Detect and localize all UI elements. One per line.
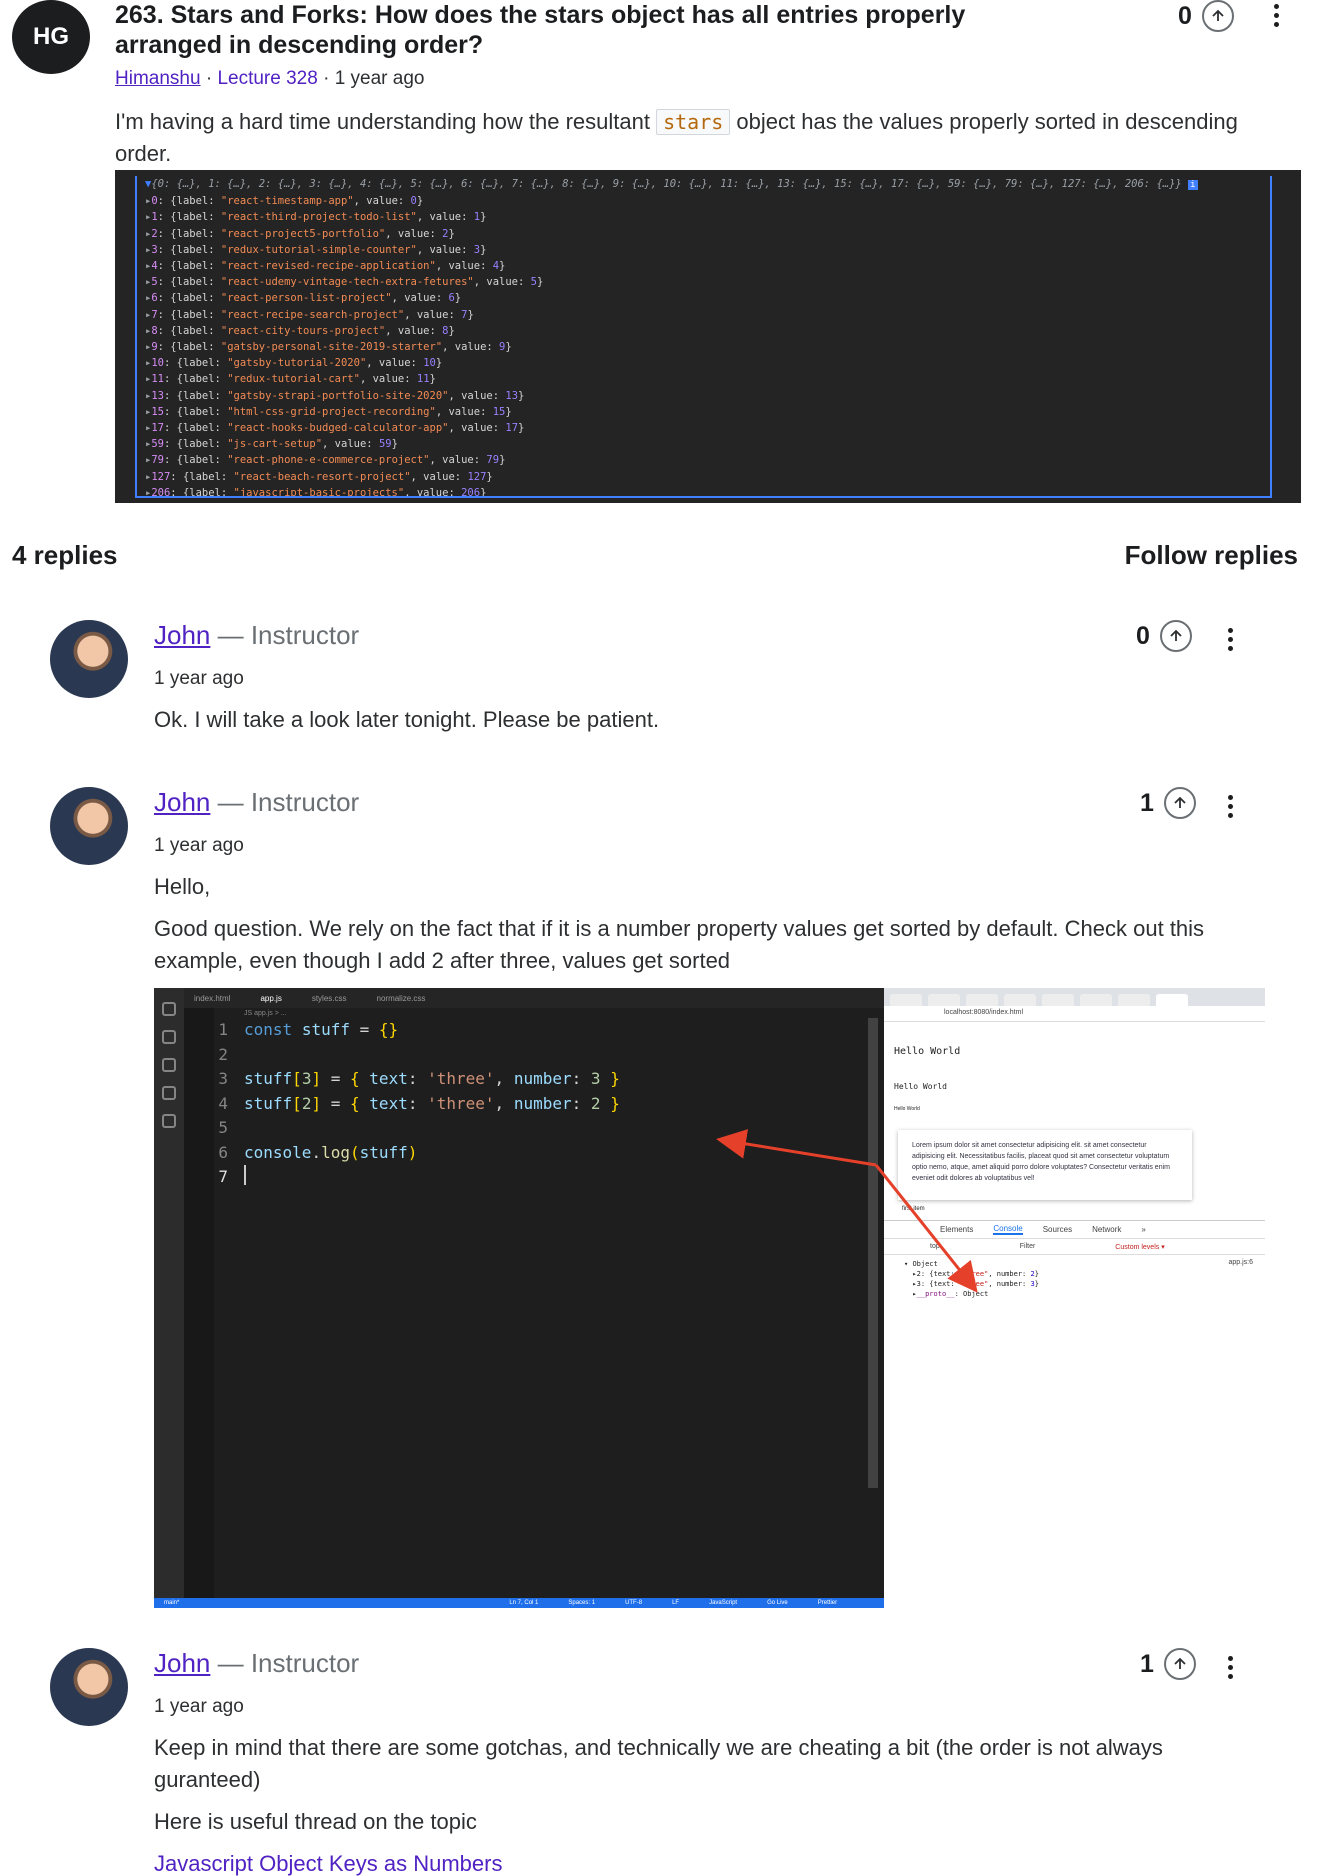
reply-time: 1 year ago — [154, 668, 244, 689]
avatar[interactable] — [50, 620, 128, 698]
reply-text: Good question. We rely on the fact that … — [154, 916, 1205, 973]
question-time: 1 year ago — [334, 68, 425, 89]
annotation-arrow — [716, 1129, 978, 1293]
question-title: 263. Stars and Forks: How does the stars… — [115, 1, 966, 59]
reply-text: Ok. I will take a look later tonight. Pl… — [154, 707, 660, 732]
reply-vote: 1 — [1140, 1648, 1196, 1680]
more-options-icon[interactable] — [1220, 1652, 1240, 1682]
avatar[interactable] — [50, 787, 128, 865]
inline-code: stars — [656, 109, 731, 135]
avatar[interactable] — [50, 1648, 128, 1726]
vote-count: 0 — [1136, 621, 1150, 650]
reply-author: John — Instructor — [154, 1648, 360, 1678]
upvote-icon[interactable] — [1201, 0, 1234, 32]
reply-greeting: Hello, — [154, 874, 211, 899]
vote-count: 1 — [1140, 1649, 1154, 1678]
reply-link: Javascript Object Keys as Numbers — [154, 1848, 1274, 1876]
question-body: I'm having a hard time understanding how… — [115, 109, 1238, 166]
upvote-icon[interactable] — [1163, 1648, 1196, 1680]
reply-time: 1 year ago — [154, 1696, 244, 1717]
reply-vote: 0 — [1136, 620, 1192, 652]
author-link[interactable]: Himanshu — [115, 68, 201, 89]
vote-count: 1 — [1140, 788, 1154, 817]
upvote-icon[interactable] — [1159, 620, 1192, 652]
more-options-icon[interactable] — [1220, 791, 1240, 821]
reply-time: 1 year ago — [154, 835, 244, 856]
reply-text: Keep in mind that there are some gotchas… — [154, 1735, 1163, 1792]
reply-text-2: Here is useful thread on the topic — [154, 1809, 477, 1834]
more-options-icon[interactable] — [1266, 0, 1286, 30]
reply-author: John — Instructor — [154, 787, 360, 817]
vote-count: 0 — [1178, 1, 1192, 30]
author-avatar: HG — [12, 0, 90, 74]
question-vote: 0 — [1178, 0, 1234, 32]
thread-link[interactable]: Javascript Object Keys as Numbers — [154, 1851, 502, 1876]
console-screenshot: ▼{0: {…}, 1: {…}, 2: {…}, 3: {…}, 4: {…}… — [115, 170, 1301, 503]
upvote-icon[interactable] — [1163, 787, 1196, 819]
reply-author: John — Instructor — [154, 620, 360, 650]
follow-replies-button[interactable]: Follow replies — [1125, 540, 1298, 571]
reply-vote: 1 — [1140, 787, 1196, 819]
lecture-link[interactable]: Lecture 328 — [217, 68, 317, 89]
code-example-screenshot: index.html app.js styles.css normalize.c… — [154, 988, 1265, 1608]
more-options-icon[interactable] — [1220, 624, 1240, 654]
replies-count: 4 replies — [12, 540, 118, 570]
question-meta: Himanshu · Lecture 328 · 1 year ago — [115, 68, 425, 89]
